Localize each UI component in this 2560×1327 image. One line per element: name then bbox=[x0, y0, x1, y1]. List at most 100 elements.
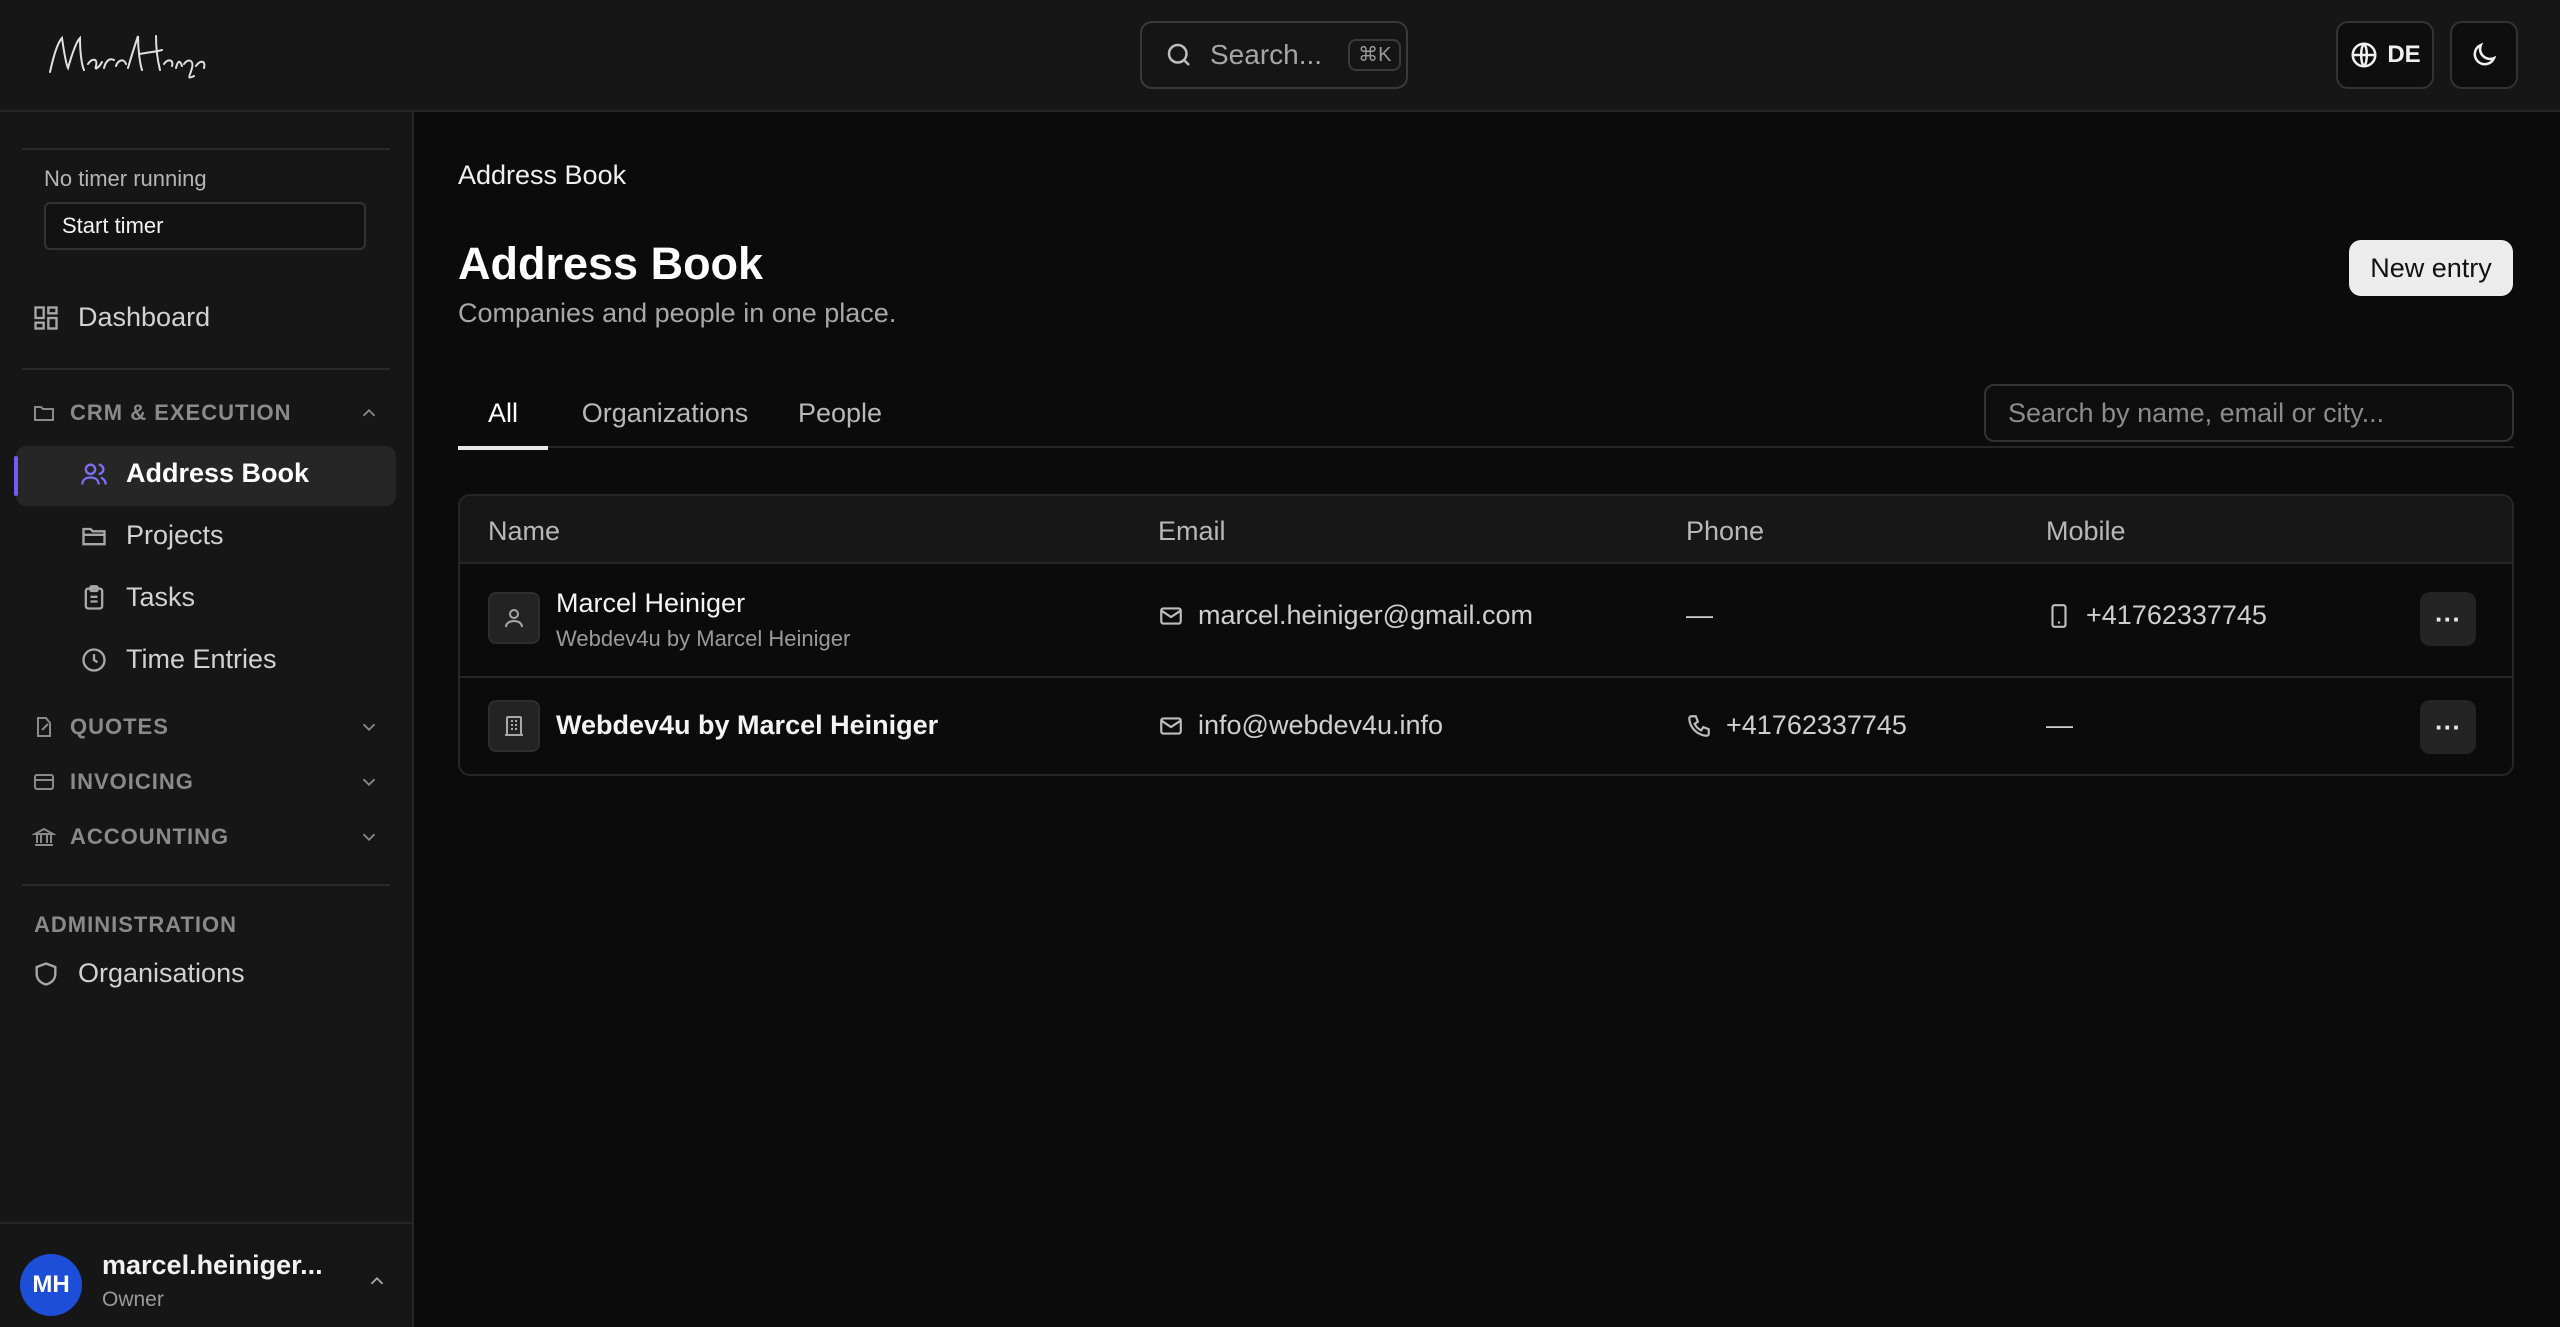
tab-people[interactable]: People bbox=[774, 378, 906, 448]
smartphone-icon bbox=[2051, 603, 2067, 628]
tab-all[interactable]: All bbox=[458, 378, 548, 450]
user-menu[interactable]: MH marcel.heiniger... Owner bbox=[0, 1222, 414, 1327]
section-label: INVOICING bbox=[70, 769, 194, 794]
contact-name[interactable]: Marcel Heiniger bbox=[556, 588, 745, 619]
chevron-up-icon bbox=[370, 1276, 384, 1285]
phone-cell: — bbox=[1686, 600, 1713, 631]
column-header-email[interactable]: Email bbox=[1158, 516, 1226, 547]
section-label: CRM & EXECUTION bbox=[70, 400, 292, 425]
theme-toggle-button[interactable] bbox=[2450, 21, 2518, 89]
table-search-placeholder: Search by name, email or city... bbox=[2008, 397, 2385, 428]
new-entry-button[interactable]: New entry bbox=[2349, 240, 2513, 296]
column-header-name[interactable]: Name bbox=[488, 516, 560, 547]
building-icon bbox=[488, 700, 540, 752]
main-content: Address Book Address Book Companies and … bbox=[416, 112, 2560, 1327]
chevron-down-icon bbox=[362, 833, 376, 842]
search-icon bbox=[1167, 43, 1190, 66]
table-row[interactable]: Webdev4u by Marcel Heiniger info@webdev4… bbox=[460, 676, 2512, 774]
sidebar-item-label: Projects bbox=[126, 520, 224, 550]
tab-organizations[interactable]: Organizations bbox=[574, 378, 756, 448]
more-icon: ··· bbox=[2435, 711, 2461, 742]
sidebar-item-address-book[interactable]: Address Book bbox=[80, 458, 309, 489]
row-actions-button[interactable]: ··· bbox=[2420, 700, 2476, 754]
section-crm-execution[interactable]: CRM & EXECUTION bbox=[32, 400, 380, 426]
section-quotes[interactable]: QUOTES bbox=[32, 714, 380, 740]
more-icon: ··· bbox=[2435, 603, 2461, 634]
avatar: MH bbox=[20, 1254, 82, 1316]
sidebar-item-dashboard[interactable]: Dashboard bbox=[32, 302, 210, 333]
chevron-down-icon bbox=[362, 778, 376, 787]
sidebar-item-label: Organisations bbox=[78, 958, 245, 988]
tab-label: People bbox=[797, 397, 883, 428]
breadcrumb[interactable]: Address Book bbox=[458, 160, 626, 191]
mobile-cell[interactable]: +41762337745 bbox=[2046, 600, 2267, 631]
sidebar-item-time-entries[interactable]: Time Entries bbox=[80, 644, 277, 675]
document-edit-icon bbox=[37, 717, 51, 737]
column-header-mobile[interactable]: Mobile bbox=[2046, 516, 2126, 547]
clipboard-icon bbox=[84, 584, 104, 610]
phone-icon bbox=[1688, 714, 1710, 737]
user-name: marcel.heiniger... bbox=[102, 1250, 323, 1280]
credit-card-icon bbox=[34, 774, 54, 790]
user-role: Owner bbox=[102, 1288, 164, 1311]
divider bbox=[22, 148, 390, 150]
chevron-down-icon bbox=[362, 723, 376, 732]
table-row[interactable]: Marcel Heiniger Webdev4u by Marcel Heini… bbox=[460, 564, 2512, 676]
phone-cell[interactable]: +41762337745 bbox=[1686, 710, 1907, 741]
users-icon bbox=[81, 463, 107, 485]
table-header: Name Email Phone Mobile bbox=[460, 496, 2512, 564]
shield-icon bbox=[35, 961, 57, 986]
page-title: Address Book bbox=[458, 238, 764, 289]
shortcut-badge: ⌘K bbox=[1348, 39, 1402, 71]
column-header-phone[interactable]: Phone bbox=[1686, 516, 1764, 547]
language-label: DE bbox=[2387, 41, 2421, 68]
folder-open-icon bbox=[82, 527, 106, 545]
start-timer-button[interactable]: Start timer bbox=[44, 202, 366, 250]
globe-icon bbox=[2351, 42, 2377, 68]
mobile-value: — bbox=[2046, 710, 2073, 740]
section-label: ACCOUNTING bbox=[70, 824, 230, 849]
section-label: QUOTES bbox=[70, 714, 169, 739]
divider bbox=[22, 884, 390, 886]
mail-icon bbox=[1160, 606, 1182, 625]
language-button[interactable]: DE bbox=[2336, 21, 2434, 89]
sidebar-item-tasks[interactable]: Tasks bbox=[80, 582, 195, 613]
chevron-up-icon bbox=[362, 408, 376, 417]
address-table: Name Email Phone Mobile Marcel Heiniger … bbox=[458, 494, 2514, 776]
sidebar-item-projects[interactable]: Projects bbox=[80, 520, 224, 551]
mobile-value: +41762337745 bbox=[2086, 600, 2267, 630]
divider bbox=[22, 368, 390, 370]
email-cell[interactable]: info@webdev4u.info bbox=[1158, 710, 1443, 741]
search-placeholder: Search... bbox=[1210, 39, 1323, 70]
email-cell[interactable]: marcel.heiniger@gmail.com bbox=[1158, 600, 1533, 631]
email-value: marcel.heiniger@gmail.com bbox=[1198, 600, 1534, 630]
mobile-cell: — bbox=[2046, 710, 2073, 741]
contact-organization: Webdev4u by Marcel Heiniger bbox=[556, 626, 851, 651]
person-icon bbox=[488, 592, 540, 644]
section-accounting[interactable]: ACCOUNTING bbox=[32, 824, 380, 850]
tab-label: Organizations bbox=[581, 397, 749, 428]
active-indicator bbox=[14, 456, 18, 496]
moon-icon bbox=[2473, 42, 2497, 66]
dashboard-icon bbox=[34, 305, 58, 330]
email-value: info@webdev4u.info bbox=[1198, 710, 1444, 740]
section-invoicing[interactable]: INVOICING bbox=[32, 769, 380, 795]
clock-icon bbox=[82, 647, 106, 672]
mail-icon bbox=[1160, 716, 1182, 735]
sidebar-item-label: Time Entries bbox=[126, 644, 277, 674]
sidebar: No timer running Start timer Dashboard C… bbox=[0, 112, 414, 1327]
sidebar-item-label: Dashboard bbox=[78, 302, 211, 332]
contact-name[interactable]: Webdev4u by Marcel Heiniger bbox=[556, 710, 938, 741]
folder-icon bbox=[34, 406, 54, 421]
page-subtitle: Companies and people in one place. bbox=[458, 298, 897, 328]
global-search[interactable]: Search... ⌘K bbox=[1140, 21, 1408, 89]
signature-logo[interactable] bbox=[44, 24, 214, 86]
bank-icon bbox=[32, 827, 56, 846]
table-search-input[interactable]: Search by name, email or city... bbox=[1984, 384, 2514, 442]
active-tab-indicator bbox=[458, 446, 548, 450]
top-bar: Search... ⌘K DE bbox=[0, 0, 2560, 112]
row-actions-button[interactable]: ··· bbox=[2420, 592, 2476, 646]
tab-label: All bbox=[487, 397, 518, 428]
sidebar-item-label: Tasks bbox=[126, 582, 196, 612]
sidebar-item-organisations[interactable]: Organisations bbox=[32, 958, 245, 989]
